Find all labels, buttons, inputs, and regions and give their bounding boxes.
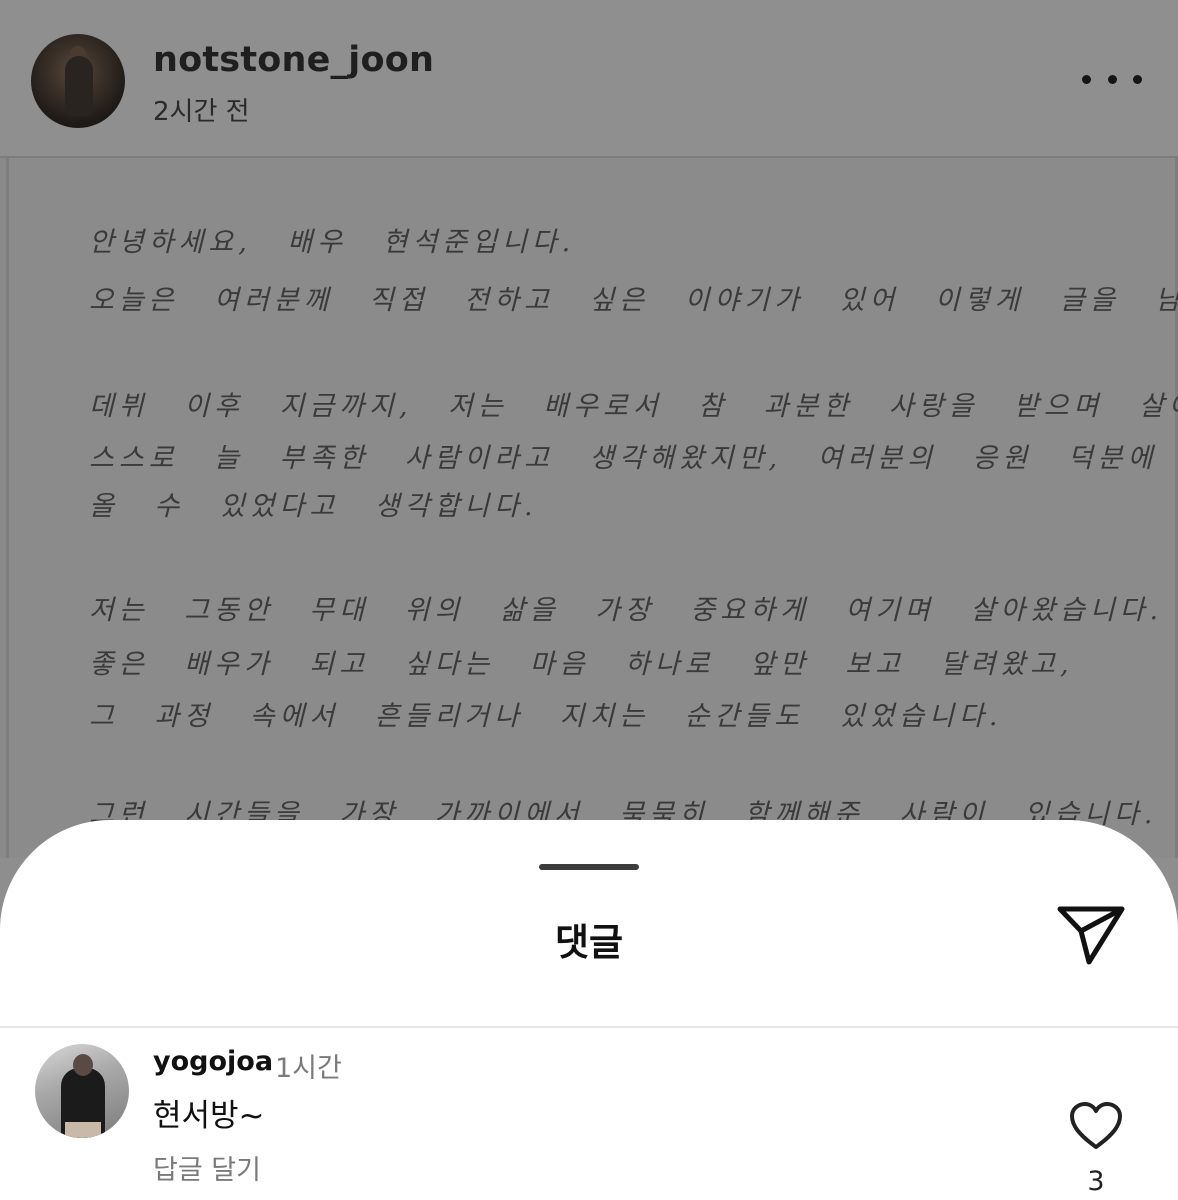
more-dot xyxy=(1082,74,1091,84)
more-options-icon[interactable] xyxy=(1082,62,1142,96)
letter-line: 그 과정 속에서 흔들리거나 지치는 순간들도 있었습니다. xyxy=(89,701,1003,732)
post-header: notstone_joon 2시간 전 xyxy=(0,0,1178,158)
comments-sheet: 댓글 yogojoa 1시간 현서방~ 답글 달기 3 xyxy=(0,820,1178,1200)
avatar-figure-head xyxy=(73,1054,93,1076)
letter-line: 스스로 늘 부족한 사람이라고 생각해왔지만, 여러분의 응원 덕분에 여기까지 xyxy=(89,443,1178,474)
avatar-figure-body xyxy=(65,56,93,116)
app-screen: notstone_joon 2시간 전 안녕하세요, 배우 현석준입니다. 오늘… xyxy=(0,0,1178,1200)
avatar-figure-legs xyxy=(65,1122,101,1138)
handwritten-letter: 안녕하세요, 배우 현석준입니다. 오늘은 여러분께 직접 전하고 싶은 이야기… xyxy=(6,158,1178,858)
post-author-avatar[interactable] xyxy=(31,34,125,128)
sheet-title: 댓글 xyxy=(554,921,624,964)
post-image[interactable]: 안녕하세요, 배우 현석준입니다. 오늘은 여러분께 직접 전하고 싶은 이야기… xyxy=(0,158,1178,858)
commenter-avatar[interactable] xyxy=(35,1044,129,1138)
sheet-drag-handle[interactable] xyxy=(539,864,639,870)
comment-text: 현서방~ xyxy=(153,1098,265,1134)
letter-line: 데뷔 이후 지금까지, 저는 배우로서 참 과분한 사랑을 받으며 살아왔습니다… xyxy=(89,391,1178,422)
send-icon[interactable] xyxy=(1055,904,1127,968)
letter-line: 오늘은 여러분께 직접 전하고 싶은 이야기가 있어 이렇게 글을 남깁니다. xyxy=(89,285,1178,316)
heart-icon[interactable] xyxy=(1068,1100,1124,1152)
comment-timestamp: 1시간 xyxy=(275,1053,342,1084)
comment-username[interactable]: yogojoa xyxy=(153,1046,273,1077)
reply-button[interactable]: 답글 달기 xyxy=(153,1148,261,1187)
letter-line: 안녕하세요, 배우 현석준입니다. xyxy=(89,227,576,258)
letter-line: 좋은 배우가 되고 싶다는 마음 하나로 앞만 보고 달려왔고, xyxy=(89,649,1074,680)
like-count: 3 xyxy=(1087,1166,1105,1197)
sheet-divider xyxy=(0,1026,1178,1028)
post-timestamp: 2시간 전 xyxy=(153,97,250,127)
more-dot xyxy=(1133,74,1142,84)
letter-line: 저는 그동안 무대 위의 삶을 가장 중요하게 여기며 살아왔습니다. xyxy=(89,595,1164,626)
more-dot xyxy=(1107,74,1117,84)
post-username[interactable]: notstone_joon xyxy=(153,40,434,80)
letter-line: 올 수 있었다고 생각합니다. xyxy=(89,491,538,522)
